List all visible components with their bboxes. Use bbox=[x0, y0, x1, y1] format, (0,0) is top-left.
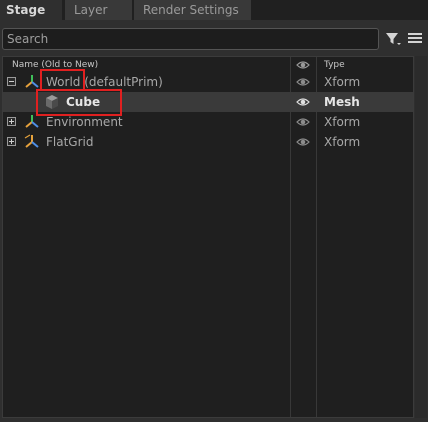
visibility-eye-icon[interactable] bbox=[296, 116, 310, 128]
visibility-eye-icon[interactable] bbox=[296, 136, 310, 148]
visibility-eye-icon[interactable] bbox=[296, 76, 310, 88]
collapse-toggle[interactable] bbox=[7, 77, 16, 86]
vertical-scrollbar[interactable] bbox=[415, 56, 427, 418]
expand-toggle[interactable] bbox=[7, 117, 16, 126]
column-header-type[interactable]: Type bbox=[324, 60, 345, 70]
xform-axis-icon bbox=[25, 75, 39, 88]
grid-xform-icon bbox=[24, 134, 39, 148]
prim-type: Xform bbox=[324, 115, 361, 129]
eye-icon[interactable] bbox=[296, 59, 310, 71]
default-prim-suffix: (defaultPrim) bbox=[80, 75, 163, 89]
filter-icon[interactable] bbox=[385, 31, 401, 47]
prim-type: Mesh bbox=[324, 95, 360, 109]
tab-bar: Stage Layer Render Settings bbox=[0, 0, 428, 20]
prim-type: Xform bbox=[324, 75, 361, 89]
tab-stage[interactable]: Stage bbox=[0, 0, 62, 20]
highlight-box-world bbox=[40, 69, 85, 91]
xform-axis-icon bbox=[25, 115, 39, 128]
visibility-eye-icon[interactable] bbox=[296, 96, 310, 108]
expand-toggle[interactable] bbox=[7, 137, 16, 146]
prim-type: Xform bbox=[324, 135, 361, 149]
highlight-box-cube bbox=[36, 89, 122, 116]
search-input[interactable]: Search bbox=[2, 28, 379, 50]
hamburger-menu-icon[interactable] bbox=[408, 31, 422, 45]
tree-row-flatgrid[interactable]: FlatGrid Xform bbox=[3, 132, 413, 152]
prim-name: FlatGrid bbox=[46, 135, 94, 149]
tab-layer[interactable]: Layer bbox=[65, 0, 132, 20]
tab-render-settings[interactable]: Render Settings bbox=[134, 0, 251, 20]
